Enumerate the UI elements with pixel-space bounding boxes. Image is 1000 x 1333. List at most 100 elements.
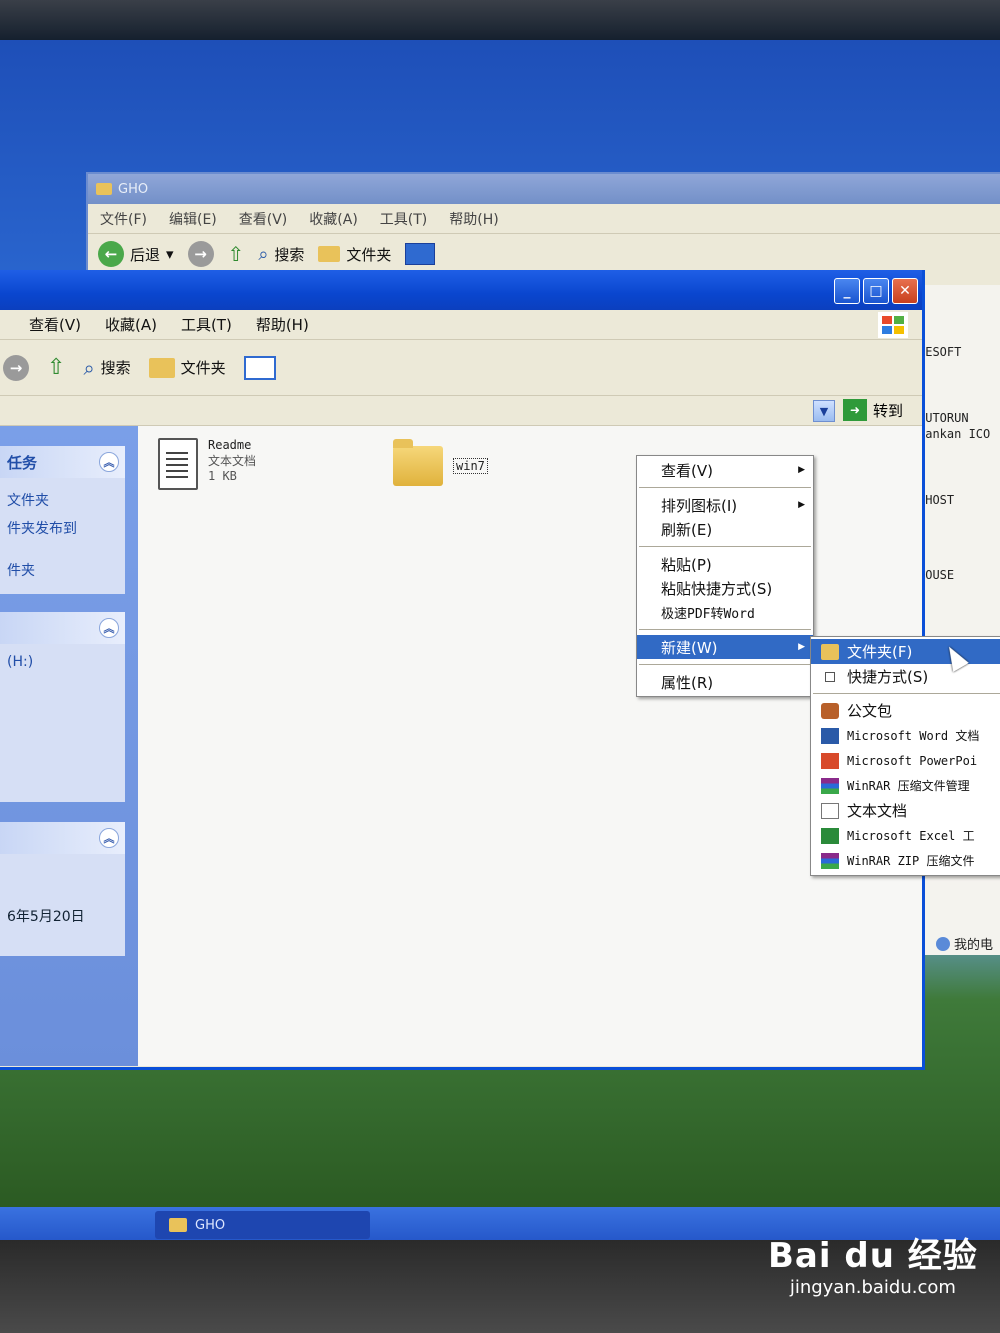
- submenu-arrow-icon: ▶: [798, 642, 805, 652]
- menu-view[interactable]: 查看(V): [29, 314, 81, 335]
- front-window-titlebar[interactable]: _ □ ✕: [0, 270, 922, 310]
- my-computer-label[interactable]: 我的电: [936, 934, 993, 953]
- new-shortcut-item[interactable]: 快捷方式(S): [811, 664, 1000, 689]
- ctx-paste[interactable]: 粘贴(P): [637, 552, 813, 576]
- task-pane: 任务 ︽ 文件夹 件夹发布到 件夹 ︽ (H:) ︽ 6年5月20日: [0, 426, 138, 1066]
- folder-icon: [169, 1218, 187, 1232]
- folders-label: 文件夹: [346, 245, 392, 264]
- winrar-zip-icon: [821, 852, 839, 869]
- menu-tools[interactable]: 工具(T): [181, 314, 232, 335]
- menu-help[interactable]: 帮助(H): [449, 209, 498, 229]
- file-type: 文本文档: [208, 454, 257, 468]
- folders-label: 文件夹: [180, 359, 226, 377]
- menu-favorites[interactable]: 收藏(A): [105, 314, 157, 335]
- ctx-pdf-to-word[interactable]: 极速PDF转Word: [637, 600, 813, 624]
- search-button[interactable]: ⌕ 搜索: [83, 356, 130, 380]
- ctx-arrange-icons[interactable]: 排列图标(I) ▶: [637, 493, 813, 517]
- ctx-view[interactable]: 查看(V) ▶: [637, 458, 813, 482]
- back-window-titlebar[interactable]: GHO: [88, 174, 1000, 204]
- back-window-title: GHO: [118, 181, 149, 197]
- task-box-title[interactable]: ︽: [0, 822, 125, 854]
- item-label: 文本文档: [847, 802, 908, 820]
- task-link-new-folder[interactable]: 文件夹: [0, 486, 125, 514]
- file-size: 1 KB: [208, 469, 237, 483]
- task-box-title[interactable]: 任务 ︽: [0, 446, 125, 478]
- my-computer-text: 我的电: [954, 938, 994, 953]
- go-button[interactable]: ➜ 转到: [843, 399, 903, 421]
- task-link-share[interactable]: 件夹: [0, 556, 125, 584]
- folders-icon: [318, 246, 341, 262]
- close-button[interactable]: ✕: [892, 278, 918, 304]
- new-text-document-item[interactable]: 文本文档: [811, 798, 1000, 823]
- menu-view[interactable]: 查看(V): [239, 209, 288, 229]
- task-link-publish[interactable]: 件夹发布到: [0, 514, 125, 542]
- excel-icon: [821, 827, 839, 844]
- new-word-item[interactable]: Microsoft Word 文档: [811, 723, 1000, 748]
- menu-divider: [639, 629, 811, 630]
- new-winrar-zip-item[interactable]: WinRAR ZIP 压缩文件: [811, 848, 1000, 873]
- address-dropdown-icon[interactable]: ▼: [813, 400, 835, 422]
- task-box-details: ︽ 6年5月20日: [0, 822, 125, 956]
- side-item-autorun[interactable]: AUTORUN: [918, 411, 969, 425]
- file-readme[interactable]: Readme 文本文档 1 KB: [158, 438, 256, 490]
- new-winrar-item[interactable]: WinRAR 压缩文件管理: [811, 773, 1000, 798]
- menu-edit[interactable]: 编辑(E): [169, 209, 217, 229]
- collapse-icon[interactable]: ︽: [99, 618, 119, 638]
- new-briefcase-item[interactable]: 公文包: [811, 698, 1000, 723]
- item-label: Microsoft Word 文档: [847, 729, 980, 743]
- computer-icon: [936, 936, 950, 951]
- place-link-drive[interactable]: (H:): [0, 650, 125, 674]
- collapse-icon[interactable]: ︽: [99, 828, 119, 848]
- folders-icon: [148, 357, 175, 378]
- new-submenu: 文件夹(F) 快捷方式(S) 公文包 Microsoft Word 文档 Mic…: [810, 636, 1000, 876]
- views-icon[interactable]: [243, 355, 276, 380]
- side-item-xankan[interactable]: Xankan ICO: [918, 427, 990, 441]
- new-powerpoint-item[interactable]: Microsoft PowerPoi: [811, 748, 1000, 773]
- ctx-new-label: 新建(W): [661, 638, 718, 657]
- up-folder-icon[interactable]: ⇧: [47, 355, 65, 380]
- ctx-paste-shortcut[interactable]: 粘贴快捷方式(S): [637, 576, 813, 600]
- powerpoint-icon: [821, 752, 839, 769]
- folder-icon: [393, 439, 443, 486]
- ctx-refresh[interactable]: 刷新(E): [637, 517, 813, 541]
- folder-icon: [96, 183, 112, 195]
- front-toolbar: → ⇧ ⌕ 搜索 文件夹: [0, 340, 922, 396]
- maximize-button[interactable]: □: [863, 278, 889, 304]
- folders-button[interactable]: 文件夹: [148, 357, 226, 378]
- submenu-arrow-icon: ▶: [798, 500, 805, 510]
- ctx-arrange-label: 排列图标(I): [661, 496, 738, 515]
- views-icon[interactable]: [405, 243, 436, 265]
- ctx-properties[interactable]: 属性(R): [637, 670, 813, 694]
- forward-arrow-icon[interactable]: →: [187, 241, 214, 267]
- item-label: WinRAR ZIP 压缩文件: [847, 854, 975, 868]
- search-icon: ⌕: [83, 355, 95, 380]
- word-icon: [821, 727, 839, 744]
- search-icon: ⌕: [258, 243, 269, 265]
- collapse-icon[interactable]: ︽: [99, 452, 119, 472]
- minimize-button[interactable]: _: [834, 278, 860, 304]
- search-button[interactable]: ⌕ 搜索: [258, 244, 304, 265]
- go-arrow-icon: ➜: [843, 399, 867, 421]
- back-button[interactable]: ← 后退 ▾: [98, 241, 174, 267]
- folder-name: win7: [453, 458, 488, 474]
- folder-win7[interactable]: win7: [393, 439, 488, 486]
- item-label: 快捷方式(S): [847, 668, 929, 686]
- menu-tools[interactable]: 工具(T): [380, 209, 427, 229]
- menu-file[interactable]: 文件(F): [100, 209, 147, 229]
- taskbar-button-gho[interactable]: GHO: [155, 1211, 370, 1239]
- forward-arrow-icon[interactable]: →: [3, 354, 29, 381]
- context-menu: 查看(V) ▶ 排列图标(I) ▶ 刷新(E) 粘贴(P) 粘贴快捷方式(S) 极速…: [636, 455, 814, 697]
- folders-button[interactable]: 文件夹: [318, 244, 391, 265]
- menu-help[interactable]: 帮助(H): [256, 314, 309, 335]
- new-folder-item[interactable]: 文件夹(F): [811, 639, 1000, 664]
- menu-divider: [813, 693, 1000, 694]
- search-label: 搜索: [274, 245, 305, 264]
- task-box-other-places: ︽ (H:): [0, 612, 125, 802]
- front-menubar: 查看(V) 收藏(A) 工具(T) 帮助(H): [0, 310, 922, 340]
- new-excel-item[interactable]: Microsoft Excel 工: [811, 823, 1000, 848]
- task-box-title[interactable]: ︽: [0, 612, 125, 644]
- ctx-new[interactable]: 新建(W) ▶: [637, 635, 813, 659]
- menu-favorites[interactable]: 收藏(A): [309, 209, 358, 229]
- address-bar[interactable]: ▼ ➜ 转到: [0, 396, 922, 426]
- up-folder-icon[interactable]: ⇧: [228, 242, 245, 266]
